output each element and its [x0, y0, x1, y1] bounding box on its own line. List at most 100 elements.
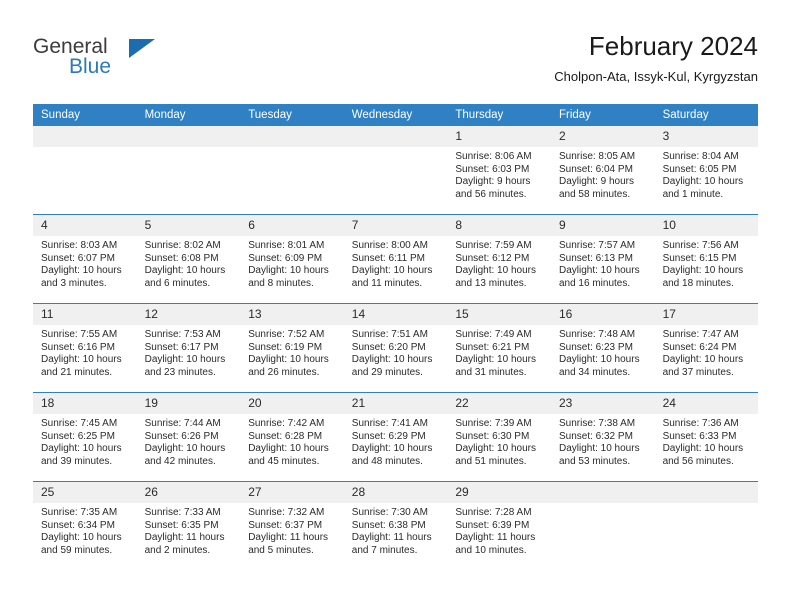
- weekday-header-row: Sunday Monday Tuesday Wednesday Thursday…: [33, 104, 759, 126]
- day-number: 5: [136, 215, 241, 236]
- daylight-text-line2: and 31 minutes.: [455, 366, 527, 378]
- sunrise-text: Sunrise: 7:42 AM: [248, 418, 325, 429]
- calendar-day-cell[interactable]: 21 Sunrise: 7:41 AM Sunset: 6:29 PM Dayligh…: [343, 392, 448, 482]
- calendar-day-cell[interactable]: 12 Sunrise: 7:53 AM Sunset: 6:17 PM Dayligh…: [136, 303, 241, 393]
- day-number: 6: [240, 215, 344, 236]
- day-number: 4: [33, 215, 137, 236]
- day-number: 12: [136, 304, 241, 325]
- daylight-text-line1: Daylight: 11 hours: [351, 532, 432, 544]
- calendar-day-cell[interactable]: 23 Sunrise: 7:38 AM Sunset: 6:32 PM Dayligh…: [550, 392, 655, 482]
- sunrise-text: Sunrise: 8:01 AM: [248, 240, 325, 251]
- sunset-text: Sunset: 6:07 PM: [41, 252, 115, 264]
- calendar-day-cell[interactable]: 20 Sunrise: 7:42 AM Sunset: 6:28 PM Dayligh…: [240, 392, 344, 482]
- calendar-day-cell[interactable]: 18 Sunrise: 7:45 AM Sunset: 6:25 PM Dayligh…: [33, 392, 137, 482]
- daylight-text-line1: Daylight: 10 hours: [455, 443, 536, 455]
- sunrise-text: Sunrise: 7:48 AM: [558, 329, 636, 340]
- calendar-day-cell[interactable]: 16 Sunrise: 7:48 AM Sunset: 6:23 PM Dayligh…: [550, 303, 655, 393]
- daylight-text-line1: Daylight: 9 hours: [455, 176, 531, 188]
- day-number: 25: [33, 482, 137, 503]
- calendar-day-cell[interactable]: 2 Sunrise: 8:05 AM Sunset: 6:04 PM Daylight…: [550, 126, 655, 215]
- daylight-text-line2: and 21 minutes.: [41, 366, 113, 378]
- day-number: 18: [33, 393, 137, 414]
- day-number: 3: [654, 126, 759, 147]
- sunset-text: Sunset: 6:33 PM: [662, 430, 737, 442]
- day-details: Sunrise: 7:30 AM Sunset: 6:38 PM Daylight:…: [344, 503, 448, 557]
- calendar-cell-empty: [136, 126, 241, 215]
- sunrise-text: Sunrise: 8:03 AM: [41, 240, 118, 251]
- daylight-text-line1: Daylight: 10 hours: [351, 265, 433, 277]
- calendar-day-cell[interactable]: 6 Sunrise: 8:01 AM Sunset: 6:09 PM Daylight…: [240, 214, 344, 304]
- calendar-day-cell[interactable]: 14 Sunrise: 7:51 AM Sunset: 6:20 PM Dayligh…: [343, 303, 448, 393]
- calendar-day-cell[interactable]: 10 Sunrise: 7:56 AM Sunset: 6:15 PM Dayligh…: [654, 214, 759, 304]
- calendar-day-cell[interactable]: 7 Sunrise: 8:00 AM Sunset: 6:11 PM Daylight…: [343, 214, 448, 304]
- calendar-day-cell[interactable]: 3 Sunrise: 8:04 AM Sunset: 6:05 PM Daylight…: [654, 126, 759, 215]
- day-details: Sunrise: 8:04 AM Sunset: 6:05 PM Daylight:…: [655, 147, 759, 201]
- sunrise-text: Sunrise: 7:59 AM: [455, 240, 532, 251]
- sunrise-text: Sunrise: 8:06 AM: [455, 151, 532, 162]
- sunset-text: Sunset: 6:37 PM: [248, 519, 323, 531]
- day-number: 10: [654, 215, 759, 236]
- day-number: 24: [654, 393, 759, 414]
- day-number: 14: [343, 304, 448, 325]
- sunset-text: Sunset: 6:30 PM: [455, 430, 530, 442]
- calendar-week-row: 4 Sunrise: 8:03 AM Sunset: 6:07 PM Daylight…: [33, 214, 759, 304]
- calendar-day-cell[interactable]: 13 Sunrise: 7:52 AM Sunset: 6:19 PM Dayligh…: [240, 303, 344, 393]
- daylight-text-line1: Daylight: 10 hours: [351, 354, 433, 366]
- day-details: Sunrise: 7:47 AM Sunset: 6:24 PM Daylight:…: [655, 325, 759, 379]
- weekday-header-thursday: Thursday: [447, 104, 551, 126]
- sunrise-text: Sunrise: 7:52 AM: [248, 329, 325, 340]
- daylight-text-line2: and 53 minutes.: [558, 455, 631, 467]
- daylight-text-line2: and 1 minute.: [662, 188, 724, 200]
- calendar-day-cell[interactable]: 4 Sunrise: 8:03 AM Sunset: 6:07 PM Daylight…: [33, 214, 137, 304]
- sunset-text: Sunset: 6:15 PM: [662, 252, 737, 264]
- weekday-header-sunday: Sunday: [33, 104, 137, 126]
- daylight-text-line2: and 58 minutes.: [558, 188, 631, 200]
- calendar-day-cell[interactable]: 22 Sunrise: 7:39 AM Sunset: 6:30 PM Dayligh…: [447, 392, 551, 482]
- sunrise-text: Sunrise: 7:45 AM: [41, 418, 118, 429]
- calendar-day-cell[interactable]: 19 Sunrise: 7:44 AM Sunset: 6:26 PM Dayligh…: [136, 392, 241, 482]
- calendar-cell-empty: [654, 481, 759, 570]
- day-number: 26: [136, 482, 241, 503]
- weekday-header-monday: Monday: [136, 104, 241, 126]
- day-number: [654, 482, 759, 503]
- calendar-day-cell[interactable]: 26 Sunrise: 7:33 AM Sunset: 6:35 PM Dayligh…: [136, 481, 241, 570]
- sunrise-text: Sunrise: 8:02 AM: [144, 240, 221, 251]
- daylight-text-line1: Daylight: 10 hours: [41, 532, 122, 544]
- daylight-text-line2: and 34 minutes.: [558, 366, 631, 378]
- day-details: Sunrise: 7:45 AM Sunset: 6:25 PM Daylight:…: [33, 414, 137, 468]
- day-details: Sunrise: 7:44 AM Sunset: 6:26 PM Daylight:…: [137, 414, 241, 468]
- daylight-text-line1: Daylight: 10 hours: [248, 354, 329, 366]
- daylight-text-line2: and 48 minutes.: [351, 455, 423, 467]
- calendar-day-cell[interactable]: 24 Sunrise: 7:36 AM Sunset: 6:33 PM Dayligh…: [654, 392, 759, 482]
- calendar-day-cell[interactable]: 1 Sunrise: 8:06 AM Sunset: 6:03 PM Daylight…: [447, 126, 551, 215]
- calendar-day-cell[interactable]: 29 Sunrise: 7:28 AM Sunset: 6:39 PM Dayligh…: [447, 481, 551, 570]
- daylight-text-line1: Daylight: 10 hours: [41, 443, 122, 455]
- calendar-day-cell[interactable]: 28 Sunrise: 7:30 AM Sunset: 6:38 PM Dayligh…: [343, 481, 448, 570]
- calendar-day-cell[interactable]: 11 Sunrise: 7:55 AM Sunset: 6:16 PM Dayligh…: [33, 303, 137, 393]
- daylight-text-line1: Daylight: 10 hours: [662, 443, 744, 455]
- calendar-day-cell[interactable]: 25 Sunrise: 7:35 AM Sunset: 6:34 PM Dayligh…: [33, 481, 137, 570]
- sunset-text: Sunset: 6:09 PM: [248, 252, 323, 264]
- general-blue-logo: General Blue: [33, 36, 213, 88]
- daylight-text-line1: Daylight: 11 hours: [144, 532, 225, 544]
- daylight-text-line2: and 11 minutes.: [351, 277, 423, 289]
- calendar-day-cell[interactable]: 5 Sunrise: 8:02 AM Sunset: 6:08 PM Daylight…: [136, 214, 241, 304]
- day-details: Sunrise: 8:02 AM Sunset: 6:08 PM Daylight:…: [137, 236, 241, 290]
- day-details: Sunrise: 7:52 AM Sunset: 6:19 PM Daylight:…: [240, 325, 344, 379]
- calendar-day-cell[interactable]: 27 Sunrise: 7:32 AM Sunset: 6:37 PM Dayligh…: [240, 481, 344, 570]
- sunset-text: Sunset: 6:26 PM: [144, 430, 219, 442]
- calendar-page: General Blue February 2024 Cholpon-Ata, …: [0, 0, 792, 612]
- calendar-day-cell[interactable]: 8 Sunrise: 7:59 AM Sunset: 6:12 PM Daylight…: [447, 214, 551, 304]
- daylight-text-line2: and 51 minutes.: [455, 455, 527, 467]
- sunset-text: Sunset: 6:16 PM: [41, 341, 115, 353]
- day-number: 13: [240, 304, 344, 325]
- sunset-text: Sunset: 6:17 PM: [144, 341, 219, 353]
- sunrise-text: Sunrise: 7:41 AM: [351, 418, 428, 429]
- sunset-text: Sunset: 6:03 PM: [455, 163, 530, 175]
- day-number: 22: [447, 393, 551, 414]
- sunrise-text: Sunrise: 7:33 AM: [144, 507, 221, 518]
- calendar-day-cell[interactable]: 9 Sunrise: 7:57 AM Sunset: 6:13 PM Daylight…: [550, 214, 655, 304]
- calendar-day-cell[interactable]: 17 Sunrise: 7:47 AM Sunset: 6:24 PM Dayligh…: [654, 303, 759, 393]
- calendar-day-cell[interactable]: 15 Sunrise: 7:49 AM Sunset: 6:21 PM Dayligh…: [447, 303, 551, 393]
- day-number: 15: [447, 304, 551, 325]
